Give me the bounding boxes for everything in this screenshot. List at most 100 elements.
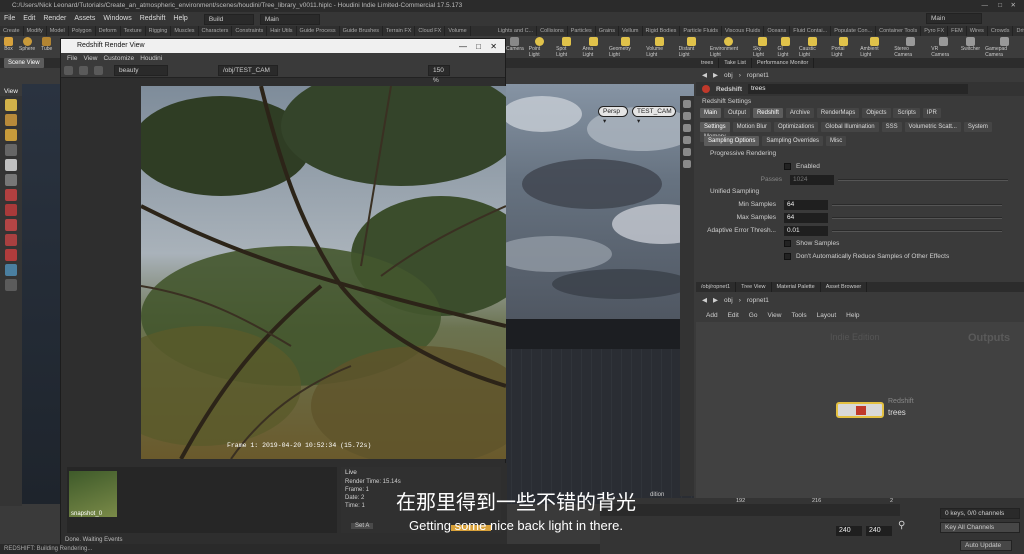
display-icon[interactable] — [683, 100, 691, 108]
magnet-tool-icon[interactable] — [5, 189, 17, 201]
snap-icon[interactable] — [5, 204, 17, 216]
net-menu-edit[interactable]: Edit — [728, 312, 739, 319]
move-tool-icon[interactable] — [5, 114, 17, 126]
rv-menu-customize[interactable]: Customize — [103, 53, 140, 64]
tab-obj-ropnet1[interactable]: /obj/ropnet1 — [696, 282, 737, 292]
shelf-tab[interactable]: Constraints — [232, 26, 268, 36]
shelf-tab[interactable]: Fluid Contai... — [790, 26, 832, 36]
render-view-close-icon[interactable]: ✕ — [490, 40, 497, 54]
shelf-tab[interactable]: Volume — [445, 26, 471, 36]
ipr-icon[interactable] — [79, 66, 88, 75]
shelf-tab[interactable]: Texture — [121, 26, 146, 36]
tab-rendermaps[interactable]: RenderMaps — [816, 108, 860, 118]
shelf-tab[interactable]: Guide Brushes — [340, 26, 384, 36]
shelf-tab[interactable]: Muscles — [171, 26, 199, 36]
tab-sampling-options[interactable]: Sampling Options — [704, 136, 760, 146]
snap-point-icon[interactable] — [5, 234, 17, 246]
net-path-ropnet[interactable]: ropnet1 — [747, 297, 769, 304]
tab-asset-browser[interactable]: Asset Browser — [821, 282, 868, 292]
tab-optimizations[interactable]: Optimizations — [773, 122, 819, 132]
desktop-build-dropdown[interactable]: Build — [203, 13, 254, 25]
net-path-obj[interactable]: obj — [724, 297, 733, 304]
shelf-tab[interactable]: Viscous Fluids — [722, 26, 765, 36]
shelf-tab[interactable]: Guide Process — [297, 26, 340, 36]
shelf-tool-caustic-light[interactable]: Caustic Light — [799, 36, 826, 58]
shelf-tool-portal-light[interactable]: Portal Light — [831, 36, 855, 58]
rv-menu-houdini[interactable]: Houdini — [140, 53, 168, 64]
shelf-tab[interactable]: Terrain FX — [383, 26, 416, 36]
shelf-tab[interactable]: Particle Fluids — [680, 26, 722, 36]
shelf-tab[interactable]: Grains — [596, 26, 619, 36]
shelf-tool-environment-light[interactable]: Environment Light — [710, 36, 748, 58]
shelf-tool-tube[interactable]: Tube — [41, 36, 52, 58]
tab-output[interactable]: Output — [723, 108, 750, 118]
net-menu-layout[interactable]: Layout — [817, 312, 837, 319]
shelf-tool-ambient-light[interactable]: Ambient Light — [860, 36, 889, 58]
shelf-tool-sphere[interactable]: Sphere — [19, 36, 35, 58]
camera-view-icon[interactable] — [5, 264, 17, 276]
magnet-icon[interactable] — [5, 249, 17, 261]
tab-misc[interactable]: Misc — [825, 136, 847, 146]
shelf-tool-sky-light[interactable]: Sky Light — [753, 36, 772, 58]
tab-trees[interactable]: trees — [696, 58, 720, 68]
tab-archive[interactable]: Archive — [785, 108, 814, 118]
tab-settings[interactable]: Settings — [700, 122, 730, 132]
zoom-field[interactable]: 150 % — [428, 65, 450, 84]
menu-render[interactable]: Render — [39, 12, 70, 26]
path-obj[interactable]: obj — [724, 72, 733, 79]
tab-take-list[interactable]: Take List — [719, 58, 752, 68]
max-samples-slider[interactable] — [832, 216, 1002, 219]
tab-scripts[interactable]: Scripts — [893, 108, 920, 118]
back-icon[interactable]: ◀ — [702, 296, 707, 304]
enabled-checkbox[interactable] — [784, 163, 791, 170]
tab-motion-blur[interactable]: Motion Blur — [732, 122, 771, 132]
main-right-dropdown[interactable]: Main — [926, 13, 982, 24]
back-icon[interactable]: ◀ — [702, 71, 707, 79]
end-frame-field-2[interactable]: 240 — [866, 526, 892, 536]
menu-edit[interactable]: Edit — [19, 12, 39, 26]
dont-reduce-checkbox[interactable] — [784, 253, 791, 260]
tab-scene-view[interactable]: Scene View — [4, 58, 44, 68]
handle-tool-icon[interactable] — [5, 159, 17, 171]
shading-icon[interactable] — [683, 124, 691, 132]
passes-slider[interactable] — [838, 178, 1008, 181]
menu-windows[interactable]: Windows — [99, 12, 135, 26]
rv-menu-file[interactable]: File — [67, 53, 83, 64]
tab-system[interactable]: System — [963, 122, 992, 132]
shelf-tab[interactable]: Modify — [24, 26, 47, 36]
network-editor[interactable]: Indie Edition Outputs Redshift trees — [696, 322, 1024, 498]
select-tool-icon[interactable] — [5, 99, 17, 111]
shelf-tab[interactable]: Polygon — [69, 26, 96, 36]
net-menu-view[interactable]: View — [767, 312, 781, 319]
passes-field[interactable]: 1024 — [790, 174, 834, 185]
shelf-tab[interactable]: Crowds — [988, 26, 1014, 36]
shelf-tab[interactable]: Rigging — [146, 26, 172, 36]
render-image[interactable]: Frame 1: 2019-04-20 10:52:34 (15.72s) — [141, 86, 506, 459]
show-samples-checkbox[interactable] — [784, 240, 791, 247]
shelf-tab[interactable]: Particles — [568, 26, 596, 36]
shelf-tab[interactable]: Deform — [96, 26, 121, 36]
shelf-tab[interactable]: Pyro FX — [921, 26, 949, 36]
render-view-maximize-icon[interactable]: □ — [476, 40, 481, 54]
forward-icon[interactable]: ▶ — [713, 296, 718, 304]
camera-dropdown[interactable]: TEST_CAM ▾ — [632, 106, 676, 125]
tab-tree-view[interactable]: Tree View — [736, 282, 772, 292]
shelf-tab[interactable]: Drive Simula... — [1013, 26, 1024, 36]
tab-objects[interactable]: Objects — [862, 108, 891, 118]
shelf-tab[interactable]: Container Tools — [876, 26, 922, 36]
render-icon[interactable] — [64, 66, 73, 75]
shelf-tab[interactable]: Oceans — [764, 26, 791, 36]
tab-ipr[interactable]: IPR — [922, 108, 941, 118]
snap-grid-icon[interactable] — [5, 219, 17, 231]
aov-dropdown[interactable]: beauty — [114, 65, 168, 76]
min-samples-slider[interactable] — [832, 203, 1002, 206]
display-options-icon[interactable] — [5, 279, 17, 291]
net-menu-go[interactable]: Go — [749, 312, 758, 319]
tab-global-illumination[interactable]: Global Illumination — [821, 122, 879, 132]
minimize-icon[interactable]: — — [982, 0, 989, 12]
menu-assets[interactable]: Assets — [70, 12, 99, 26]
auto-update-dropdown[interactable]: Auto Update — [960, 540, 1012, 551]
scope-icon[interactable]: ⚲ — [898, 520, 905, 531]
shelf-tab[interactable]: Wires — [967, 26, 988, 36]
node-name-field[interactable]: trees — [748, 84, 968, 94]
